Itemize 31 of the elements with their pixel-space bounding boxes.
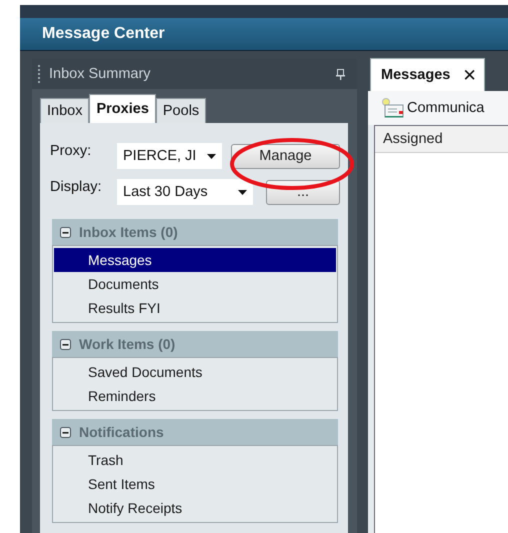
panel-title: Inbox Summary <box>49 66 151 82</box>
list-item[interactable]: Reminders <box>54 384 336 408</box>
section-title: Inbox Items (0) <box>79 224 178 240</box>
pin-icon[interactable] <box>336 68 345 80</box>
close-button[interactable]: ✕ <box>462 66 476 84</box>
tab[interactable]: Pools <box>156 98 206 123</box>
collapse-icon[interactable] <box>60 226 71 238</box>
list-item[interactable]: Saved Documents <box>54 360 336 384</box>
dropdown-arrow-icon[interactable] <box>238 190 247 194</box>
tab[interactable]: Inbox <box>40 98 90 123</box>
proxy-dropdown[interactable]: PIERCE, JI <box>117 143 222 169</box>
list-item[interactable]: Messages <box>54 248 336 272</box>
collapse-icon[interactable] <box>60 426 71 438</box>
list-item[interactable]: Trash <box>54 448 336 472</box>
document-tab[interactable]: Messages ✕ <box>370 58 486 91</box>
list-item[interactable]: Notify Receipts <box>54 496 336 520</box>
window-title: Message Center <box>42 25 165 43</box>
list-item[interactable]: Documents <box>54 272 336 296</box>
display-dropdown[interactable]: Last 30 Days <box>117 179 253 205</box>
section-title: Notifications <box>79 424 164 440</box>
collapse-icon[interactable] <box>60 338 71 350</box>
envelope-icon[interactable] <box>382 98 404 118</box>
manage-button[interactable]: Manage <box>231 144 340 168</box>
grip-icon[interactable] <box>38 64 41 84</box>
list-item[interactable]: Sent Items <box>54 472 336 496</box>
field-label: Proxy: <box>50 143 92 159</box>
list-item[interactable]: Results FYI <box>54 296 336 320</box>
field-label: Display: <box>50 179 103 195</box>
section-title: Work Items (0) <box>79 336 176 352</box>
dropdown-arrow-icon[interactable] <box>207 154 216 158</box>
tab[interactable]: Proxies <box>89 94 156 123</box>
